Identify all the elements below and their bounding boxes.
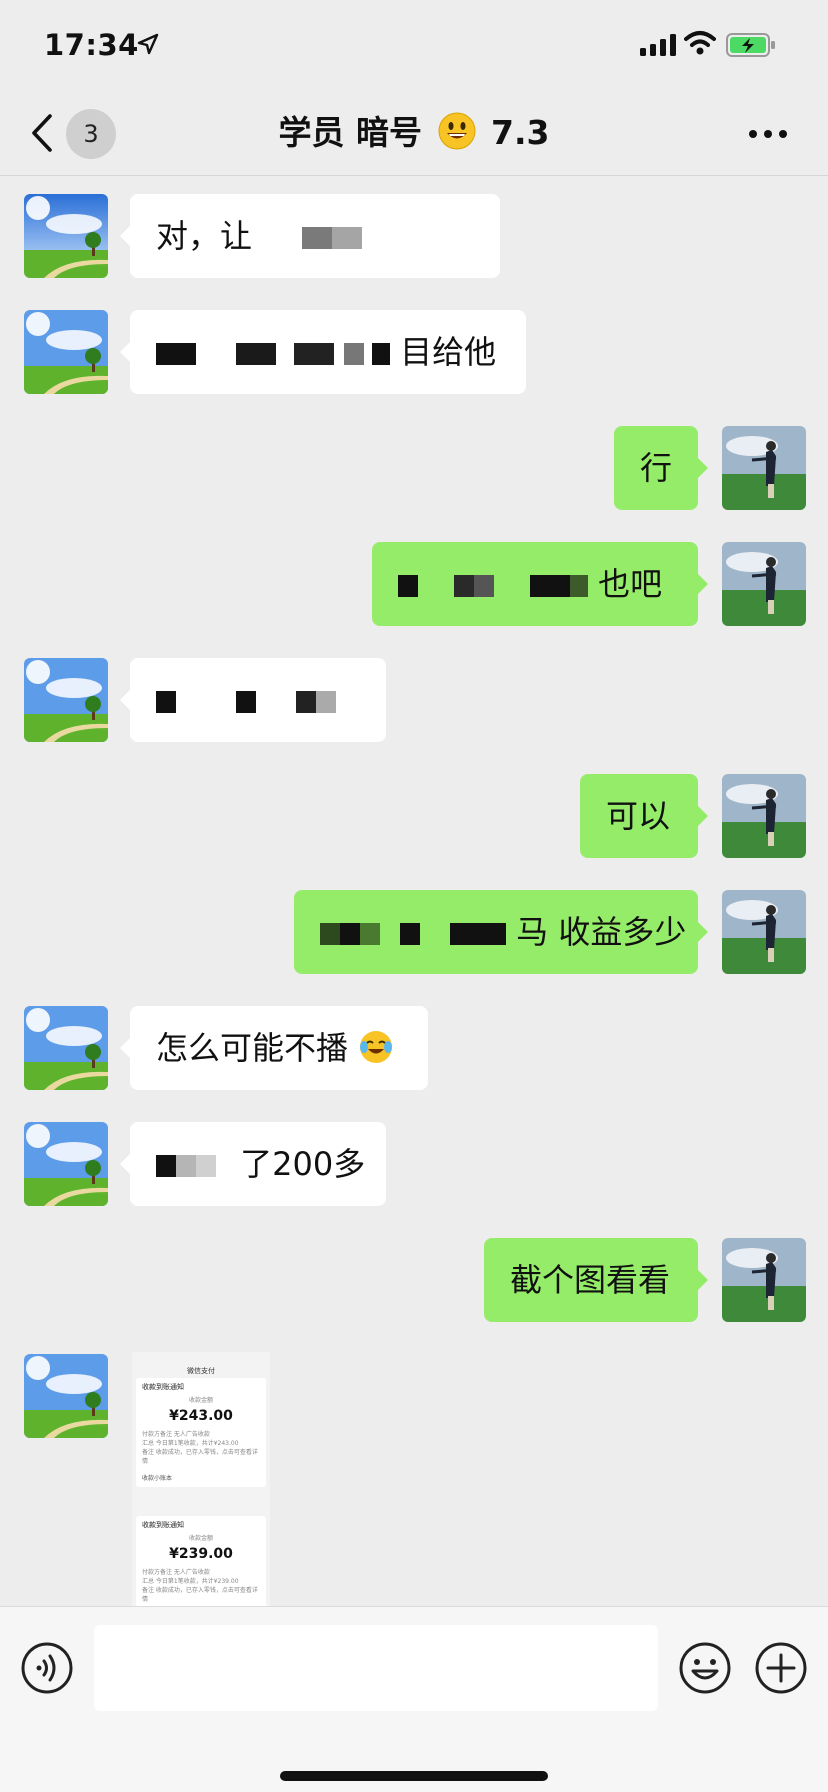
crying-laughing-emoji-icon [360, 1031, 393, 1063]
voice-input-icon[interactable] [20, 1641, 74, 1695]
redacted-mosaic [320, 923, 506, 945]
redacted-mosaic [156, 691, 336, 713]
card-label: 收款金额 [188, 1535, 213, 1542]
card-label: 收款金额 [188, 1397, 213, 1404]
message-text: 截个图看看 [510, 1261, 671, 1299]
message-text: 行 [639, 449, 672, 487]
card-link: 收款小账本 [142, 1475, 173, 1482]
more-actions-plus-icon[interactable] [754, 1641, 808, 1695]
chat-title: 学员 暗号 7.3 [0, 110, 828, 156]
chat-header: 3 学员 暗号 7.3 [0, 90, 828, 176]
message-bubble-outgoing[interactable]: 行 [614, 426, 708, 510]
my-avatar[interactable] [722, 426, 806, 510]
message-text: 了200多 [240, 1145, 366, 1183]
payment-amount: ¥239.00 [169, 1546, 233, 1562]
image-header: 微信支付 [187, 1367, 215, 1375]
payment-card: 收款到账通知 收款金额 ¥239.00 付款方备注 无人广告收款 汇总 今日第1… [136, 1516, 266, 1606]
card-note: 付款方备注 无人广告收款 [142, 1431, 210, 1438]
redacted-mosaic [156, 1155, 216, 1177]
my-avatar[interactable] [722, 890, 806, 974]
contact-avatar[interactable] [24, 310, 108, 394]
emoji-picker-icon[interactable] [678, 1641, 732, 1695]
message-text: 怎么可能不播 [156, 1029, 349, 1067]
status-time: 17:34 [44, 28, 139, 62]
message-bubble-incoming[interactable]: 怎么可能不播 [120, 1006, 428, 1090]
contact-avatar[interactable] [24, 1006, 108, 1090]
my-avatar[interactable] [722, 774, 806, 858]
message-bubble-incoming[interactable]: 了200多 [120, 1122, 386, 1206]
cellular-signal-icon [640, 34, 676, 56]
redacted-mosaic [156, 343, 390, 365]
message-text: 可以 [606, 797, 671, 835]
contact-avatar[interactable] [24, 194, 108, 278]
message-bubble-incoming[interactable] [120, 658, 386, 742]
card-remark: 备注 收款成功，已存入零钱，点击可查看详情 [142, 1587, 258, 1603]
message-bubble-incoming[interactable]: 目给他 [120, 310, 526, 394]
payment-amount: ¥243.00 [169, 1408, 233, 1424]
card-title: 收款到账通知 [142, 1521, 184, 1529]
chat-title-suffix: 7.3 [491, 113, 550, 152]
contact-avatar[interactable] [24, 658, 108, 742]
contact-avatar[interactable] [24, 1122, 108, 1206]
message-input-bar [0, 1606, 828, 1792]
more-options-icon[interactable] [748, 128, 788, 140]
home-indicator [280, 1771, 548, 1781]
message-text-field[interactable] [94, 1625, 658, 1711]
card-note: 付款方备注 无人广告收款 [142, 1569, 210, 1576]
status-bar: 17:34 [0, 0, 828, 90]
image-message-screenshot[interactable]: 微信支付 收款到账通知 收款金额 ¥243.00 付款方备注 无人广告收款 汇总… [132, 1352, 270, 1606]
wifi-icon [684, 31, 716, 55]
contact-avatar[interactable] [24, 1354, 108, 1438]
payment-card: 收款到账通知 收款金额 ¥243.00 付款方备注 无人广告收款 汇总 今日第1… [136, 1378, 266, 1487]
card-title: 收款到账通知 [142, 1383, 184, 1391]
message-text: 目给他 [400, 333, 497, 371]
message-bubble-incoming[interactable]: 对，让 [120, 194, 500, 278]
location-arrow-icon [137, 33, 159, 55]
message-bubble-outgoing[interactable]: 截个图看看 [484, 1238, 708, 1322]
battery-charging-icon [726, 33, 775, 57]
message-text: 也吧 [598, 565, 663, 603]
message-bubble-outgoing[interactable]: 可以 [580, 774, 708, 858]
redacted-mosaic [302, 227, 363, 249]
smiley-emoji-icon [438, 112, 476, 150]
redacted-mosaic [398, 575, 588, 597]
message-text: 对，让 [156, 217, 253, 255]
card-remark: 备注 收款成功，已存入零钱，点击可查看详情 [142, 1449, 258, 1465]
my-avatar[interactable] [722, 542, 806, 626]
message-text: 马 收益多少 [516, 913, 687, 951]
card-total: 汇总 今日第1笔收款，共计¥243.00 [142, 1440, 239, 1447]
card-total: 汇总 今日第1笔收款，共计¥239.00 [142, 1578, 239, 1585]
message-bubble-outgoing[interactable]: 也吧 [372, 542, 708, 626]
my-avatar[interactable] [722, 1238, 806, 1322]
message-bubble-outgoing[interactable]: 马 收益多少 [294, 890, 708, 974]
chat-title-text: 学员 暗号 [278, 113, 423, 152]
